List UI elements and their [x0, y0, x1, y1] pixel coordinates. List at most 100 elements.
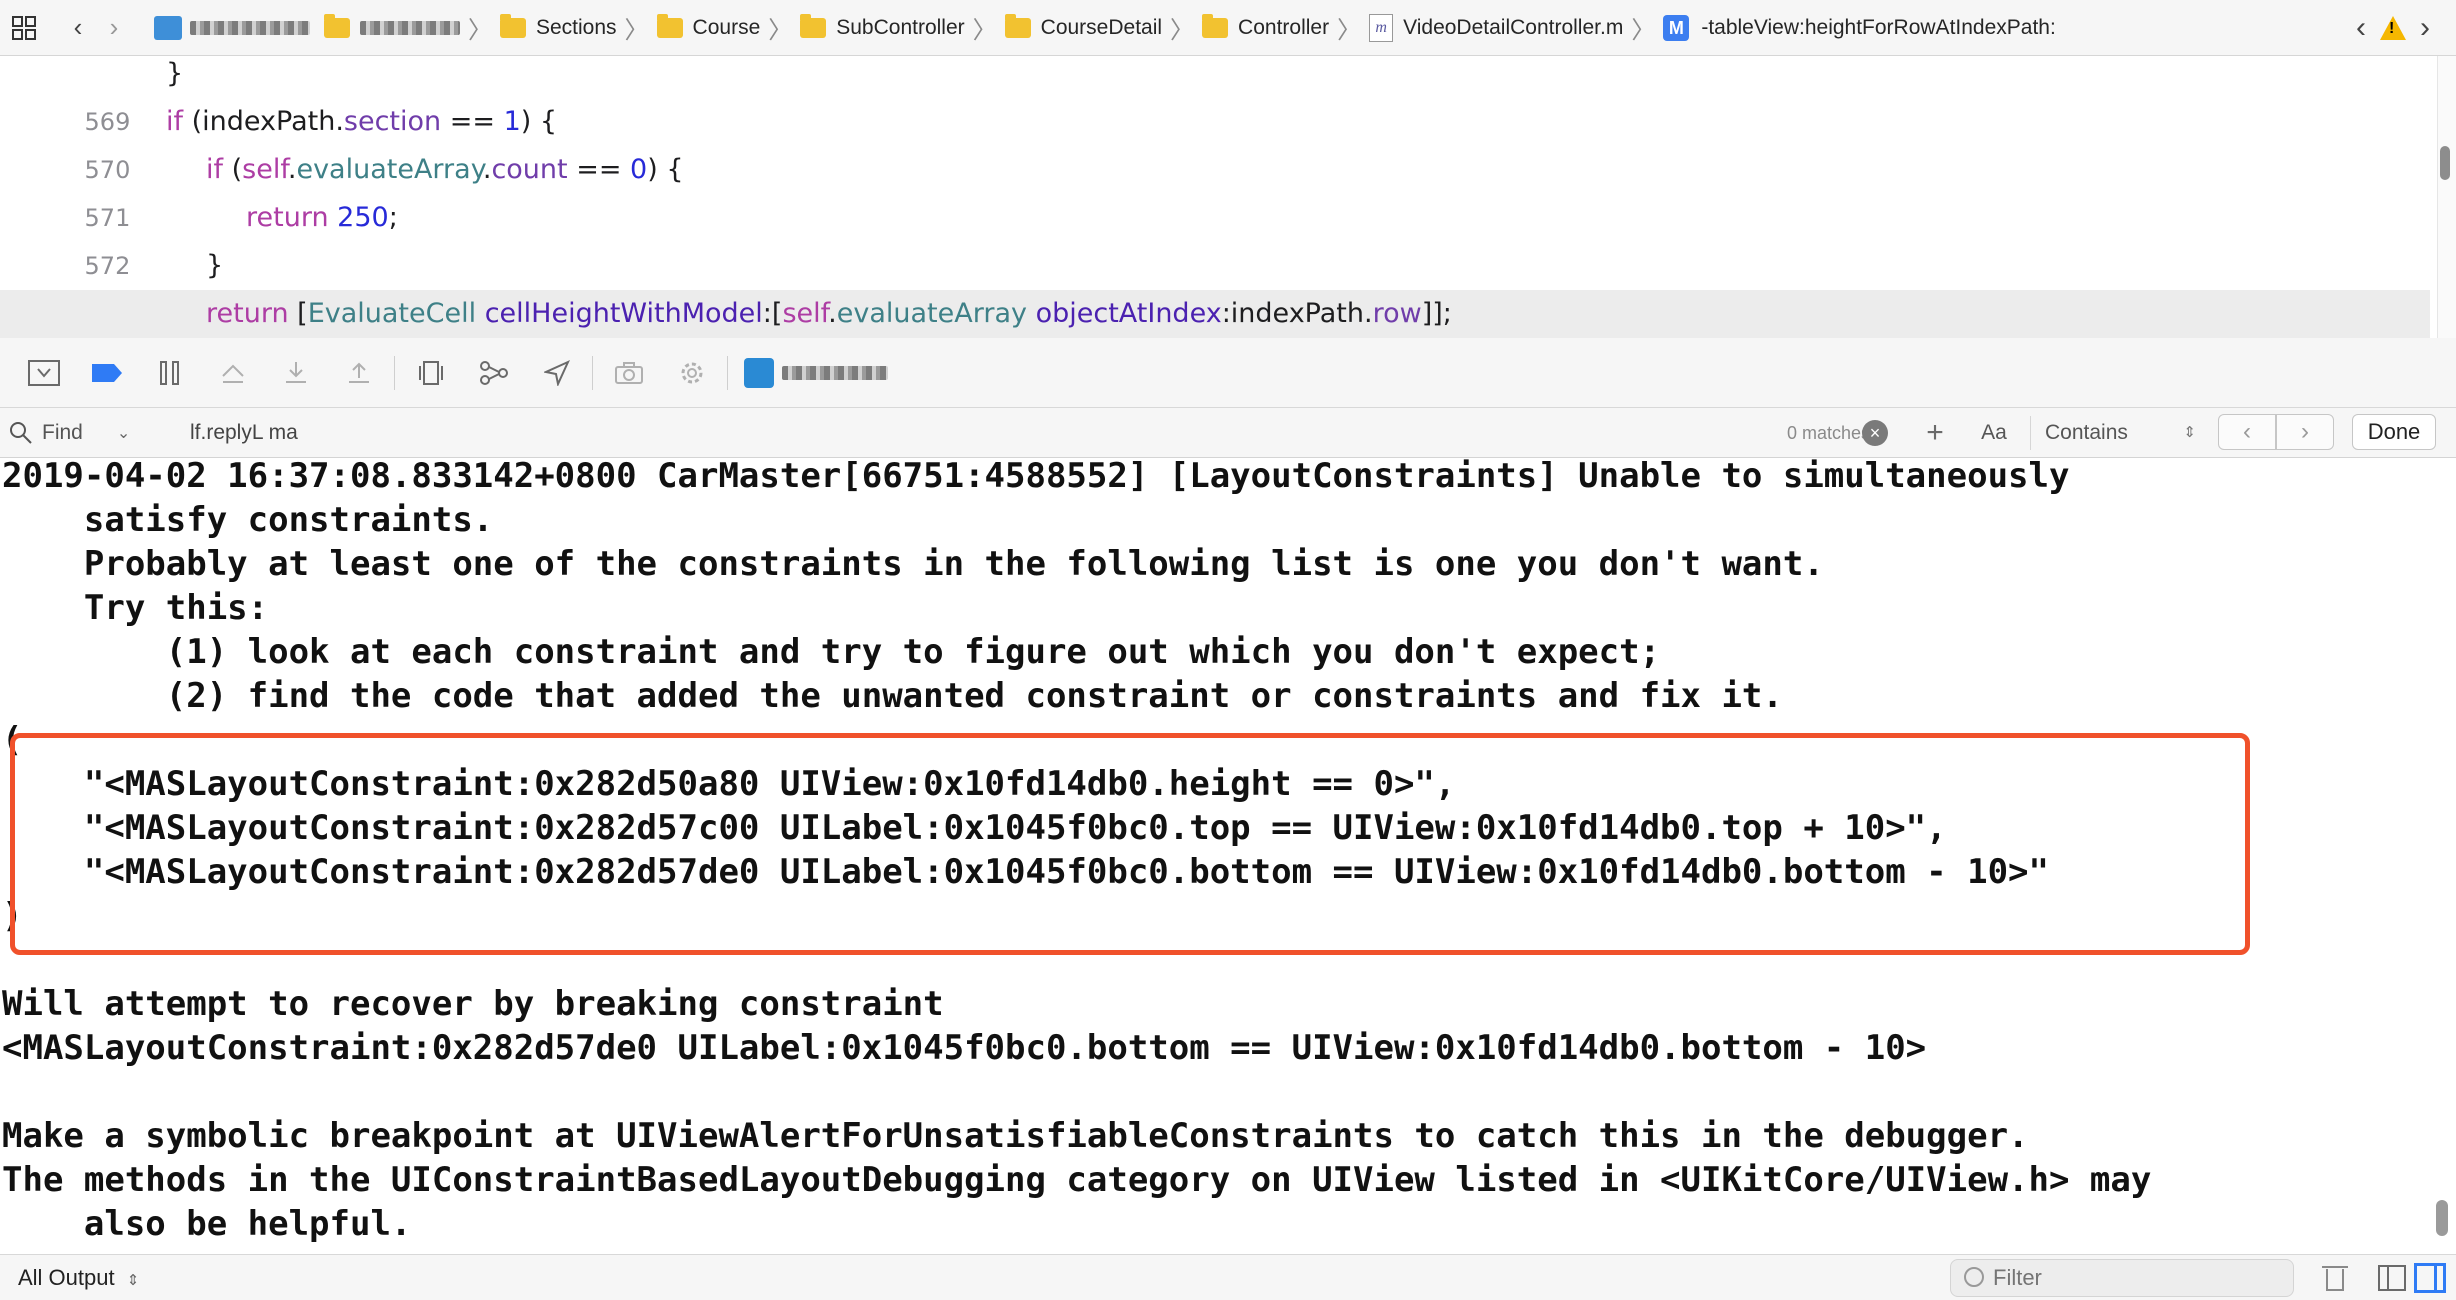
find-input[interactable]	[178, 414, 1878, 452]
breadcrumb-separator-icon: 〉	[768, 17, 793, 44]
breakpoints-toggle-icon[interactable]	[75, 338, 138, 408]
step-into-icon[interactable]	[264, 338, 327, 408]
console-line: satisfy constraints.	[2, 500, 494, 540]
console-line: Probably at least one of the constraints…	[2, 544, 1824, 584]
code-text: if (self.evaluateArray.count == 0) {	[206, 154, 684, 185]
code-line[interactable]: 570 if (indexPath.section == 1) {	[0, 98, 2430, 184]
folder-icon	[500, 13, 526, 38]
breadcrumb-coursedetail[interactable]: CourseDetail	[1004, 0, 1163, 56]
breadcrumb-subcontroller[interactable]: SubController	[800, 0, 965, 56]
chevron-down-icon: ⌄	[116, 425, 131, 442]
breadcrumb-label: CourseDetail	[1040, 15, 1163, 39]
related-items-grid-icon[interactable]	[6, 0, 42, 56]
breadcrumb-label: Course	[692, 15, 761, 39]
constraint-highlight-box	[10, 733, 2250, 955]
breadcrumb-course[interactable]: Course	[656, 0, 761, 56]
folder-icon	[1004, 13, 1031, 38]
code-line[interactable]: 571 if (self.evaluateArray.count == 0) {	[0, 146, 2430, 232]
console-find-bar: Find ⌄ 0 matches × + Aa Contains ⇕ ‹ › D…	[0, 408, 2456, 458]
step-over-icon[interactable]	[201, 338, 264, 408]
process-selector[interactable]	[744, 357, 888, 388]
output-selector[interactable]: All Output ⇕	[18, 1261, 139, 1295]
method-icon: M	[1663, 14, 1690, 41]
debug-view-hierarchy-icon[interactable]	[399, 338, 462, 408]
breadcrumb-label: Controller	[1238, 15, 1330, 39]
up-down-chevron-icon: ⇕	[2183, 424, 2196, 441]
editor-minimap-rule	[2437, 56, 2456, 338]
output-selector-label: All Output	[18, 1265, 115, 1290]
find-mode-selector[interactable]: Find ⌄	[8, 416, 172, 450]
match-count: 0 matches	[1786, 423, 1870, 443]
project-icon	[154, 15, 182, 40]
filter-icon	[1964, 1267, 1984, 1287]
previous-issue-chevron-icon[interactable]: ‹	[2356, 11, 2366, 45]
breadcrumb-separator-icon: 〉	[468, 17, 492, 44]
match-type-selector[interactable]: Contains ⇕	[2030, 416, 2206, 450]
forward-chevron-icon[interactable]: ›	[96, 0, 132, 56]
match-type-label: Contains	[2045, 421, 2128, 444]
code-text: return [EvaluateCell cellHeightWithModel…	[206, 298, 1452, 329]
breadcrumb-controller[interactable]: Controller	[1202, 0, 1329, 56]
magnifier-icon	[10, 422, 32, 444]
jump-bar: ‹ › 〉 Sections 〉 Course 〉 SubController …	[0, 0, 2456, 56]
next-issue-chevron-icon[interactable]: ›	[2420, 11, 2430, 45]
folder-icon	[800, 13, 827, 38]
breadcrumb-separator-icon: 〉	[1631, 17, 1656, 44]
show-console-view-icon[interactable]	[2414, 1263, 2446, 1293]
breadcrumb-file[interactable]: m VideoDetailController.m	[1369, 0, 1623, 56]
toolbar-divider	[592, 355, 593, 390]
breadcrumb-sections[interactable]: Sections	[500, 0, 617, 56]
console-line: <MASLayoutConstraint:0x282d57de0 UILabel…	[2, 1028, 1927, 1068]
folder-icon	[1202, 13, 1229, 38]
case-sensitivity-button[interactable]: Aa	[1974, 414, 2014, 452]
add-search-icon[interactable]: +	[1918, 414, 1952, 452]
next-match-button[interactable]: ›	[2276, 414, 2334, 450]
simulate-location-icon[interactable]	[525, 338, 588, 408]
filter-input[interactable]	[1950, 1259, 2294, 1297]
trash-icon[interactable]	[2322, 1263, 2348, 1293]
jump-bar-right-controls: ‹ ! ›	[2356, 0, 2456, 56]
up-down-chevron-icon: ⇕	[126, 1272, 140, 1289]
editor-scrollbar[interactable]	[2440, 146, 2450, 180]
warning-icon[interactable]: !	[2380, 16, 2406, 40]
code-line[interactable]: 572 return 250;	[0, 194, 2430, 280]
camera-icon[interactable]	[597, 338, 660, 408]
code-text: }	[206, 250, 224, 281]
console-line: Make a symbolic breakpoint at UIViewAler…	[2, 1116, 2029, 1156]
objc-file-icon: m	[1369, 13, 1394, 42]
code-line[interactable]: 569 }	[0, 56, 2430, 136]
code-text: return 250;	[246, 202, 398, 233]
show-variables-view-icon[interactable]	[2378, 1265, 2406, 1291]
console-line: The methods in the UIConstraintBasedLayo…	[2, 1160, 2152, 1200]
code-text: if (indexPath.section == 1) {	[166, 106, 558, 137]
done-button[interactable]: Done	[2352, 414, 2436, 450]
hide-debug-area-icon[interactable]	[12, 338, 75, 408]
back-chevron-icon[interactable]: ‹	[60, 0, 96, 56]
memory-graph-icon[interactable]	[462, 338, 525, 408]
previous-match-button[interactable]: ‹	[2218, 414, 2276, 450]
breadcrumb-label: -tableView:heightForRowAtIndexPath:	[1701, 15, 2056, 39]
pause-icon[interactable]	[138, 338, 201, 408]
folder-icon	[324, 13, 350, 38]
step-out-icon[interactable]	[327, 338, 390, 408]
console-line: (2) find the code that added the unwante…	[2, 676, 1783, 716]
breadcrumb-method[interactable]: M -tableView:heightForRowAtIndexPath:	[1663, 0, 2056, 56]
breadcrumb-label: SubController	[836, 15, 965, 39]
current-code-line[interactable]: 574 return [EvaluateCell cellHeightWithM…	[0, 290, 2430, 338]
console-line: 2019-04-02 16:37:08.833142+0800 CarMaste…	[2, 458, 2070, 496]
code-line[interactable]: 573 }	[0, 242, 2430, 328]
app-icon	[744, 357, 774, 388]
console-line: also be helpful.	[2, 1204, 412, 1244]
breadcrumb-label: VideoDetailController.m	[1403, 15, 1624, 39]
find-mode-label: Find	[42, 421, 83, 444]
toolbar-divider	[394, 355, 395, 390]
source-editor[interactable]: 569 } 570 if (indexPath.section == 1) { …	[0, 56, 2456, 339]
console-line: Will attempt to recover by breaking cons…	[2, 984, 944, 1024]
folder-icon	[656, 13, 683, 38]
breadcrumb-separator-icon: 〉	[624, 17, 649, 44]
environment-overrides-gear-icon[interactable]	[660, 338, 723, 408]
clear-search-icon[interactable]: ×	[1862, 420, 1888, 446]
breadcrumb-project[interactable]	[154, 0, 460, 56]
breadcrumb-label: Sections	[536, 15, 617, 39]
console-scrollbar[interactable]	[2436, 1200, 2448, 1236]
